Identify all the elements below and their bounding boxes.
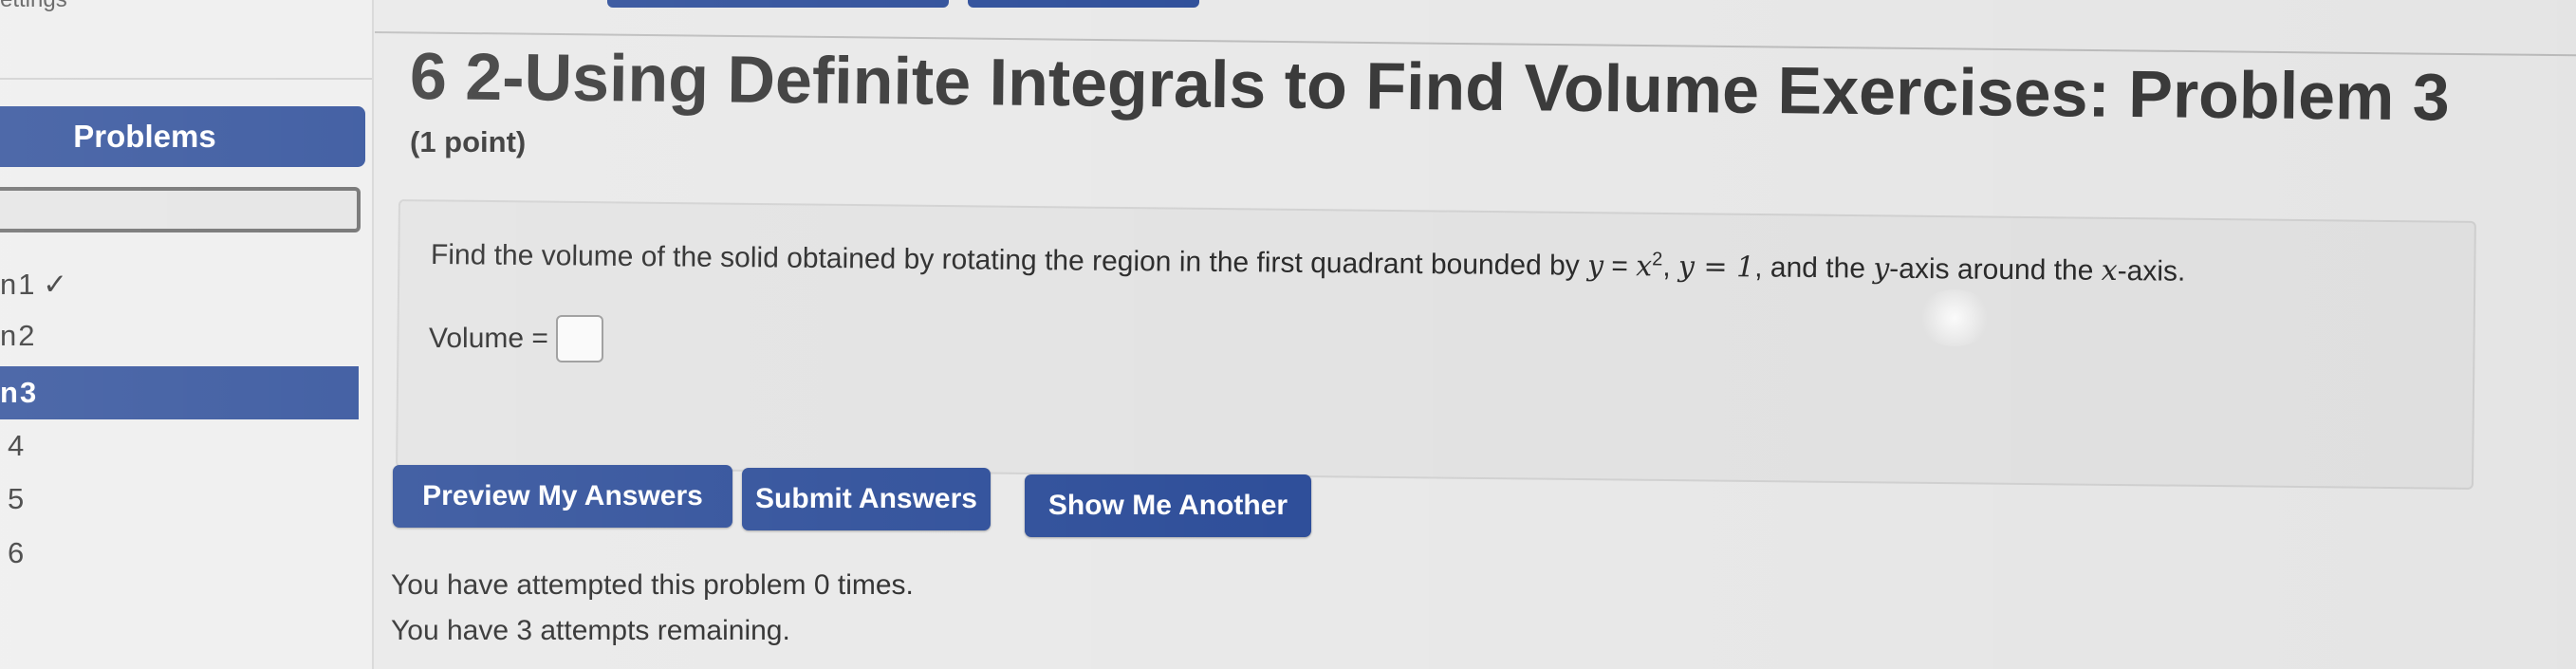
sidebar-item-prefix: n: [0, 376, 18, 409]
top-nav-button[interactable]: [607, 0, 949, 8]
problem-points: (1 point): [410, 125, 527, 158]
sidebar: ettings Problems n1 ✓ n2 n3 4 5 6: [0, 0, 374, 669]
sidebar-item-problem-6[interactable]: 6: [0, 527, 24, 580]
attempts-count-text: You have attempted this problem 0 times.: [391, 569, 914, 601]
sidebar-item-prefix: n: [0, 319, 17, 352]
attempts-remaining-text: You have 3 attempts remaining.: [391, 615, 790, 646]
sidebar-item-problem-3[interactable]: n3: [0, 366, 359, 419]
sidebar-item-problem-2[interactable]: n2: [0, 309, 35, 362]
problem-text-part: , and the: [1754, 251, 1866, 285]
problem-text-part: -axis around the: [1889, 252, 2094, 287]
page-title: 6 2-Using Definite Integrals to Find Vol…: [409, 39, 2451, 135]
volume-answer-row: Volume =: [429, 315, 603, 362]
screen-glare: [1917, 289, 1992, 346]
top-nav-button[interactable]: [968, 0, 1199, 8]
sidebar-item-label: 2: [18, 319, 35, 352]
sidebar-item-label: 6: [8, 536, 25, 569]
math-equals: =: [1611, 250, 1629, 283]
sidebar-item-problem-4[interactable]: 4: [0, 419, 24, 473]
math-var: y: [1873, 251, 1890, 286]
sidebar-item-problem-5[interactable]: 5: [0, 473, 24, 526]
sidebar-item-prefix: n: [0, 268, 17, 301]
sidebar-divider: [0, 78, 372, 80]
sidebar-item-label: 5: [8, 482, 25, 515]
problem-text-part: -axis.: [2117, 255, 2186, 288]
problem-set-select[interactable]: [0, 187, 361, 232]
sidebar-item-label: 1 ✓: [18, 268, 68, 301]
math-var: x: [1636, 250, 1653, 284]
preview-answers-button[interactable]: Preview My Answers: [393, 465, 732, 528]
sidebar-item-label: 4: [8, 429, 25, 462]
sidebar-item-problem-1[interactable]: n1 ✓: [0, 258, 67, 311]
settings-link[interactable]: ettings: [0, 0, 67, 13]
submit-answers-button[interactable]: Submit Answers: [742, 468, 991, 530]
math-var: y: [1586, 249, 1604, 283]
math-equation: y = 1: [1677, 250, 1755, 285]
show-me-another-button[interactable]: Show Me Another: [1025, 474, 1311, 537]
problems-header-button[interactable]: Problems: [0, 106, 365, 167]
math-var: x: [2101, 253, 2118, 288]
volume-answer-input[interactable]: [555, 315, 603, 362]
math-exponent: 2: [1652, 249, 1663, 270]
volume-label: Volume =: [429, 323, 548, 354]
sidebar-item-label: 3: [19, 376, 37, 409]
